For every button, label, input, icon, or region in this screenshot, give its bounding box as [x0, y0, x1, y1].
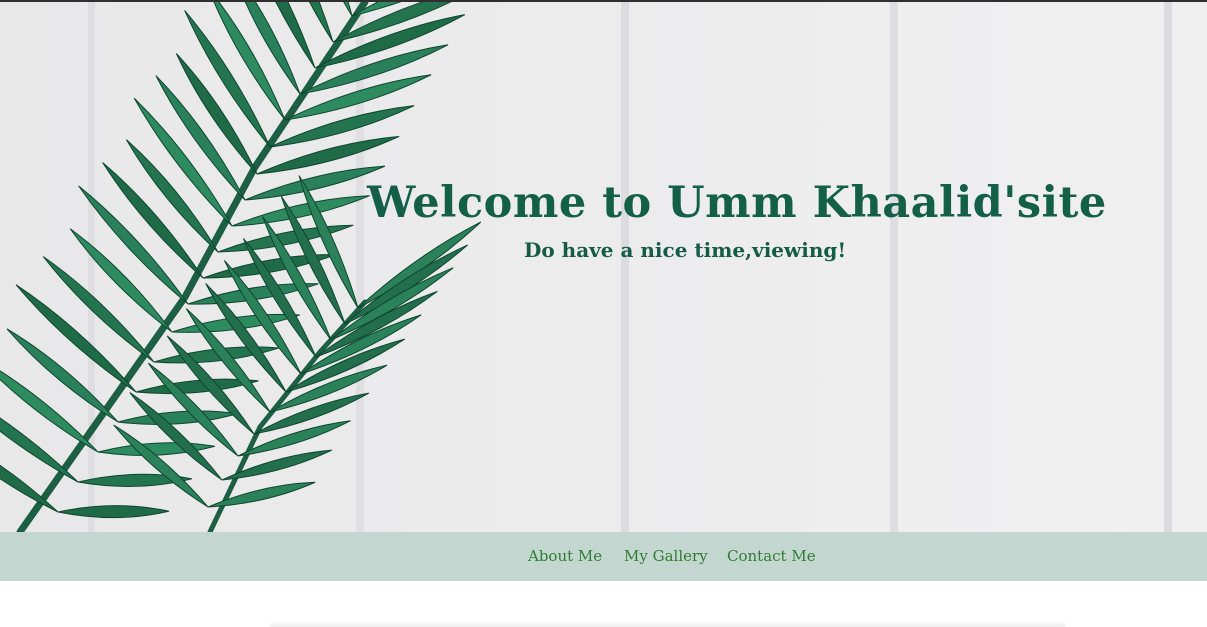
top-border	[0, 0, 1207, 2]
main-navigation: About Me My Gallery Contact Me	[0, 532, 1207, 581]
main-content	[0, 581, 1207, 627]
my-gallery-link[interactable]: My Gallery	[624, 547, 708, 565]
hero-subtitle: Do have a nice time,viewing!	[524, 238, 847, 262]
about-me-link[interactable]: About Me	[528, 547, 602, 565]
hero-title: Welcome to Umm Khaalid'site	[367, 178, 1107, 228]
nav-list: About Me My Gallery Contact Me	[0, 532, 1207, 581]
hero-text: Welcome to Umm Khaalid'site Do have a ni…	[0, 2, 1207, 532]
hero-banner: Welcome to Umm Khaalid'site Do have a ni…	[0, 2, 1207, 532]
contact-me-link[interactable]: Contact Me	[727, 547, 816, 565]
page: Welcome to Umm Khaalid'site Do have a ni…	[0, 0, 1207, 627]
